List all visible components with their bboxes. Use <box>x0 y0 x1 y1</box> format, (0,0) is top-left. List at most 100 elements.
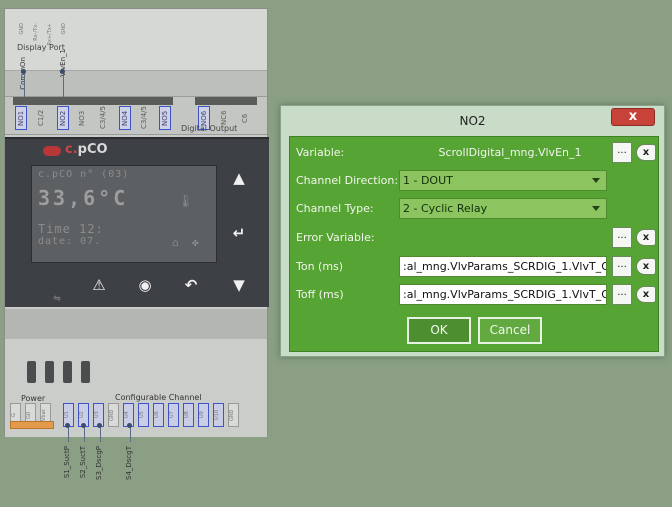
dialog-form-panel: Variable: ScrollDigital_mng.VlvEn_1 ... … <box>289 136 659 352</box>
clear-icon: x <box>642 232 650 243</box>
channel-direction-select[interactable]: 1 - DOUT <box>399 170 607 191</box>
sensor-dot <box>97 423 102 428</box>
power-connector <box>10 421 54 429</box>
sensor-dot <box>81 423 86 428</box>
vent-slot <box>63 361 72 383</box>
channel-terminal-u7[interactable]: U7 <box>168 403 179 427</box>
connector-dot <box>60 69 65 74</box>
channel-terminal-u10[interactable]: U10 <box>213 403 224 427</box>
clear-icon: x <box>642 289 650 300</box>
lcd-line-3: Time 12: <box>38 222 104 236</box>
fan-icon: ✤ <box>192 236 199 249</box>
device-rail <box>5 71 267 97</box>
sensor-line <box>130 426 131 442</box>
ton-label: Ton (ms) <box>296 260 344 273</box>
clear-icon: x <box>642 147 650 158</box>
controller-device: GND Rx-/Tx- Rx+/Tx+ GND Display Port Com… <box>4 8 269 437</box>
output-c345[interactable]: C3/4/5 <box>139 106 151 130</box>
terminal-block <box>195 97 257 105</box>
sensor-label-s4: S4_DscgT <box>125 446 133 481</box>
brand-logo: c.pCO <box>65 142 108 157</box>
channel-terminal-u6[interactable]: U6 <box>153 403 164 427</box>
output-no4[interactable]: NO4 <box>119 106 131 130</box>
output-c6[interactable]: C6 <box>240 106 252 130</box>
toff-input[interactable]: :al_mng.VlvParams_SCRDIG_1.VlvT_Off <box>399 284 607 305</box>
channel-terminal-gnd[interactable]: GND <box>228 403 239 427</box>
output-no3[interactable]: NO3 <box>77 106 89 130</box>
sensor-dot <box>127 423 132 428</box>
home-icon: ⌂ <box>172 236 179 249</box>
clear-icon: x <box>642 261 650 272</box>
lcd-line-1: c.pCO n° (03) <box>38 169 130 180</box>
channel-terminal-u8[interactable]: U8 <box>183 403 194 427</box>
usb-icon: ⇋ <box>53 294 61 304</box>
device-front-panel: c.pCO c.pCO n° (03) 33,6°C 🌡 Time 12: da… <box>5 137 269 307</box>
output-no2[interactable]: NO2 <box>57 106 69 130</box>
channel-direction-value: 1 - DOUT <box>403 174 453 187</box>
channel-type-value: 2 - Cyclic Relay <box>403 202 488 215</box>
power-label: Power <box>21 394 46 403</box>
toff-browse-button[interactable]: ... <box>612 284 632 305</box>
ok-button[interactable]: OK <box>407 317 471 344</box>
variable-value: ScrollDigital_mng.VlvEn_1 <box>438 146 582 159</box>
digital-output-label: Digital Output <box>181 124 238 133</box>
chevron-down-icon <box>592 178 600 183</box>
pin-label: Rx-/Tx- <box>33 23 39 41</box>
thermometer-icon: 🌡 <box>178 194 194 208</box>
lcd-line-4: date: 07. <box>38 236 102 247</box>
channel-type-select[interactable]: 2 - Cyclic Relay <box>399 198 607 219</box>
device-bottom-band <box>5 309 267 339</box>
ton-input[interactable]: :al_mng.VlvParams_SCRDIG_1.VlvT_On <box>399 256 607 277</box>
output-c345[interactable]: C3/4/5 <box>98 106 110 130</box>
terminal-block <box>13 97 173 105</box>
ton-clear-button[interactable]: x <box>636 258 656 275</box>
variable-clear-button[interactable]: x <box>636 144 656 161</box>
channel-type-label: Channel Type: <box>296 202 374 215</box>
toff-label: Toff (ms) <box>296 288 344 301</box>
vent-slot <box>45 361 54 383</box>
error-variable-browse-button[interactable]: ... <box>612 227 632 248</box>
cancel-button[interactable]: Cancel <box>478 317 542 344</box>
dialog-title: NO2 <box>459 114 486 128</box>
channel-terminal-gnd[interactable]: GND <box>108 403 119 427</box>
sensor-dot <box>65 423 70 428</box>
ton-browse-button[interactable]: ... <box>612 256 632 277</box>
chevron-down-icon <box>592 206 600 211</box>
variable-label: Variable: <box>296 146 345 159</box>
connector-dot <box>21 69 26 74</box>
display-port-label: Display Port <box>17 43 65 52</box>
sensor-label-s1: S1_SuctP <box>63 446 71 479</box>
close-icon: x <box>628 109 638 124</box>
output-no1[interactable]: NO1 <box>15 106 27 130</box>
configurable-channel-label: Configurable Channel <box>115 393 202 402</box>
variable-browse-button[interactable]: ... <box>612 142 632 163</box>
sensor-line <box>84 426 85 442</box>
escape-button[interactable]: ↶ <box>179 273 203 297</box>
alarm-button[interactable]: ⚠ <box>87 273 111 297</box>
channel-terminal-u5[interactable]: U5 <box>138 403 149 427</box>
output-no5[interactable]: NO5 <box>159 106 171 130</box>
device-top-panel <box>5 9 267 71</box>
program-button[interactable]: ◉ <box>133 273 157 297</box>
toff-clear-button[interactable]: x <box>636 286 656 303</box>
down-arrow-button[interactable]: ▼ <box>227 273 251 297</box>
lcd-screen: c.pCO n° (03) 33,6°C 🌡 Time 12: date: 07… <box>31 165 217 263</box>
sensor-line <box>100 426 101 442</box>
lcd-line-2: 33,6°C <box>38 186 129 210</box>
vent-slot <box>27 361 36 383</box>
channel-terminal-u9[interactable]: U9 <box>198 403 209 427</box>
pin-label: GND <box>19 23 25 35</box>
close-button[interactable]: x <box>611 108 655 126</box>
sensor-line <box>68 426 69 442</box>
vent-slot <box>81 361 90 383</box>
channel-config-dialog: NO2 x Variable: ScrollDigital_mng.VlvEn_… <box>280 105 665 357</box>
channel-direction-label: Channel Direction: <box>296 174 399 187</box>
carel-logo-icon <box>43 146 61 156</box>
error-variable-clear-button[interactable]: x <box>636 229 656 246</box>
enter-button[interactable]: ↵ <box>227 221 251 245</box>
output-c12[interactable]: C1/2 <box>36 106 48 130</box>
pin-label: GND <box>61 23 67 35</box>
up-arrow-button[interactable]: ▲ <box>227 166 251 190</box>
sensor-label-s2: S2_SuctT <box>79 446 87 479</box>
error-variable-label: Error Variable: <box>296 231 375 244</box>
